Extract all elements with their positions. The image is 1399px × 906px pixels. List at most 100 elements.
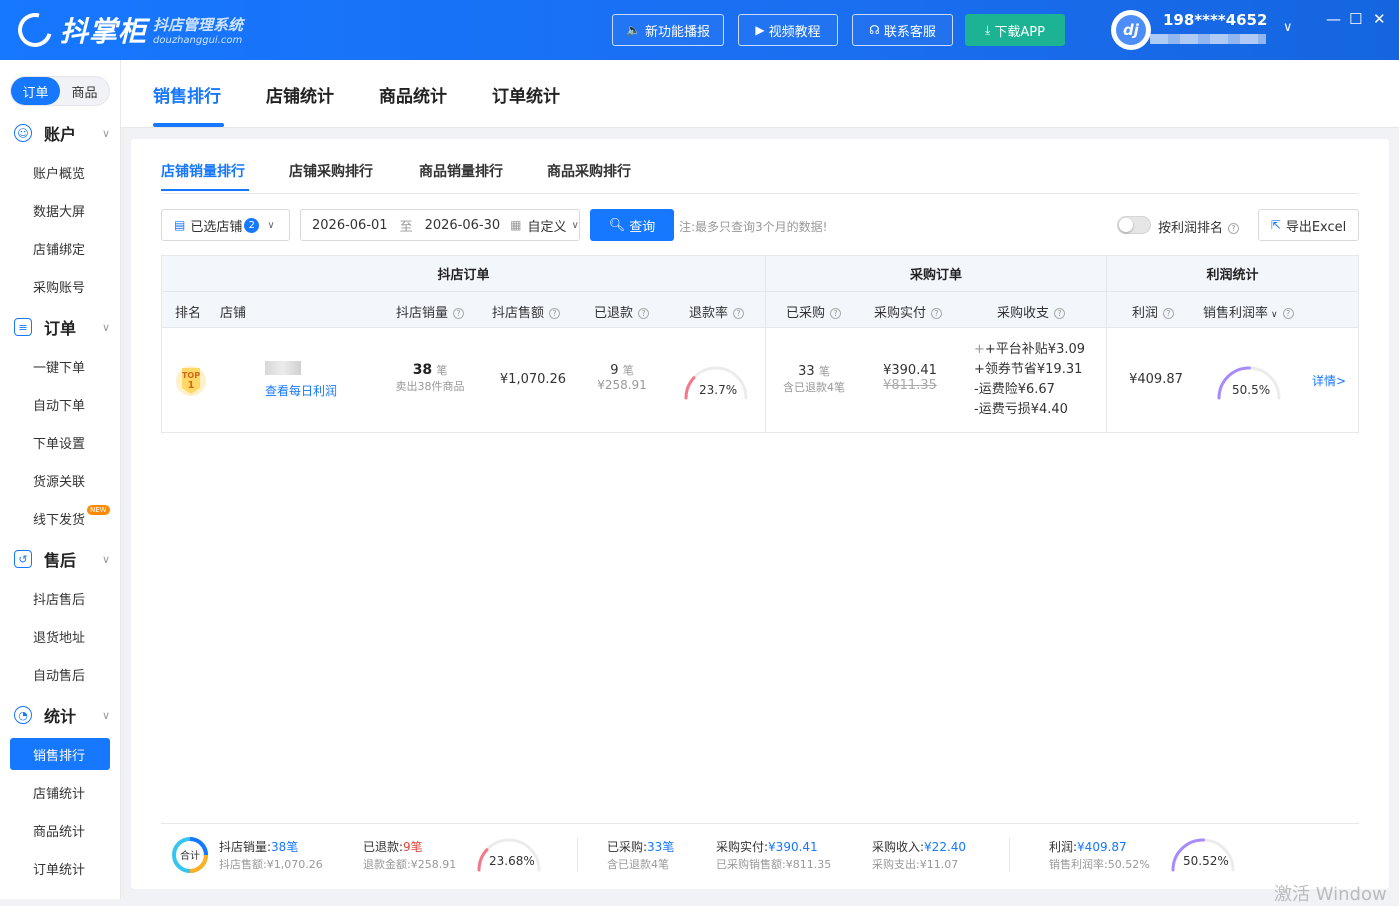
- logo: 抖掌柜 抖店管理系统 douzhanggui.com: [11, 6, 243, 54]
- subtab-store-sales-ranking[interactable]: 店铺销量排行: [161, 161, 245, 181]
- profit-rank-toggle[interactable]: [1117, 216, 1151, 234]
- sidebar-item-one-click-order[interactable]: 一键下单: [10, 350, 110, 382]
- segment-products[interactable]: 商品: [60, 77, 109, 105]
- contact-support-button[interactable]: ☊ 联系客服: [852, 14, 953, 46]
- mode-segment: 订单 商品: [10, 76, 110, 106]
- tab-store-stats[interactable]: 店铺统计: [266, 82, 334, 107]
- pie-chart-icon: ◔: [14, 706, 32, 724]
- user-phone: 198****4652: [1163, 11, 1268, 29]
- summary-refund: 已退款:9笔 退款金额:¥258.91: [363, 840, 457, 871]
- sidebar-group-stats[interactable]: ◔ 统计 ∨: [14, 703, 114, 727]
- brand-name: 抖掌柜: [60, 15, 148, 48]
- sidebar-item-order-stats[interactable]: 订单统计: [10, 852, 110, 884]
- new-features-button[interactable]: 🔈 新功能播报: [612, 14, 724, 46]
- subtab-store-purchase-ranking[interactable]: 店铺采购排行: [289, 161, 373, 181]
- sidebar-item-store-binding[interactable]: 店铺绑定: [10, 232, 110, 264]
- col-refund-rate[interactable]: 退款率?: [689, 302, 745, 321]
- range-mode[interactable]: 自定义: [527, 216, 566, 235]
- blurred-store-name: [265, 361, 301, 375]
- subtab-product-purchase-ranking[interactable]: 商品采购排行: [547, 161, 631, 181]
- tab-order-stats[interactable]: 订单统计: [492, 82, 560, 107]
- rank-number: 1: [188, 380, 195, 391]
- sidebar-group-orders[interactable]: ≡ 订单 ∨: [14, 315, 114, 339]
- col-refunded[interactable]: 已退款?: [594, 302, 650, 321]
- sort-chevron-icon: ∨: [1271, 310, 1278, 320]
- sidebar-item-offline-ship[interactable]: 线下发货 NEW: [10, 502, 110, 534]
- avatar[interactable]: dj: [1111, 10, 1151, 50]
- help-icon: ?: [638, 308, 650, 319]
- chevron-down-icon[interactable]: ∨: [1283, 20, 1293, 35]
- sidebar-group-account[interactable]: ☺ 账户 ∨: [14, 121, 114, 145]
- table-row: TOP 1 查看每日利润 38 笔 卖出38件商品 ¥1,070.26 9 笔 …: [162, 328, 1358, 432]
- tab-product-stats[interactable]: 商品统计: [379, 82, 447, 107]
- date-range-picker[interactable]: 2026-06-01 至 2026-06-30 ▦ 自定义 ∨: [300, 209, 580, 241]
- search-icon: 🔍︎: [608, 217, 626, 233]
- store-count-badge: 2: [244, 217, 260, 233]
- logo-mark-icon: [11, 6, 59, 54]
- minimize-icon[interactable]: —: [1326, 10, 1341, 28]
- column-header-row: 排名 店铺 抖店销量? 抖店售额? 已退款? 退款率? 已采购? 采购实付? 采…: [162, 292, 1358, 328]
- sidebar-item-source-link[interactable]: 货源关联: [10, 464, 110, 496]
- date-end[interactable]: 2026-06-30: [425, 218, 501, 233]
- active-tab-indicator: [153, 123, 224, 127]
- sidebar-item-order-settings[interactable]: 下单设置: [10, 426, 110, 458]
- date-start[interactable]: 2026-06-01: [312, 218, 388, 233]
- store-icon: ▤: [174, 218, 186, 232]
- chevron-down-icon: ∨: [101, 552, 110, 566]
- sidebar-group-after-sales[interactable]: ↺ 售后 ∨: [14, 547, 114, 571]
- sidebar-item-purchase-account[interactable]: 采购账号: [10, 270, 110, 302]
- store-select[interactable]: ▤ 已选店铺 2 ∨: [161, 209, 290, 241]
- profit-rank-label: 按利润排名?: [1158, 217, 1240, 236]
- subtab-product-sales-ranking[interactable]: 商品销量排行: [419, 161, 503, 181]
- refund-cell: 9 笔 ¥258.91: [597, 363, 647, 392]
- col-sales-qty[interactable]: 抖店销量?: [396, 302, 465, 321]
- col-purchased[interactable]: 已采购?: [786, 302, 842, 321]
- sidebar-item-auto-after-sales[interactable]: 自动售后: [10, 658, 110, 690]
- new-badge: NEW: [87, 505, 110, 515]
- summary-badge: 合计: [180, 849, 200, 862]
- sidebar-item-data-screen[interactable]: 数据大屏: [10, 194, 110, 226]
- profit-cell: ¥409.87: [1129, 372, 1183, 387]
- summary-profit-rate: 50.52%: [1183, 854, 1229, 868]
- col-profit-rate[interactable]: 销售利润率 ∨?: [1203, 302, 1294, 321]
- sales-qty-cell: 38 笔 卖出38件商品: [395, 362, 465, 393]
- video-tutorial-button[interactable]: ▶ 视频教程: [738, 14, 838, 46]
- group-header-purchase-orders: 采购订单: [766, 256, 1106, 292]
- maximize-icon[interactable]: ☐: [1349, 10, 1362, 28]
- purchase-balance-cell: ++平台补贴¥3.09 +领券节省¥19.31 -运费险¥6.67 -运费亏损¥…: [974, 342, 1086, 417]
- active-subtab-indicator: [161, 189, 249, 191]
- sidebar-item-account-overview[interactable]: 账户概览: [10, 156, 110, 188]
- export-excel-button[interactable]: ⇱ 导出Excel: [1258, 209, 1359, 241]
- sidebar-item-store-stats[interactable]: 店铺统计: [10, 776, 110, 808]
- sidebar-item-sales-ranking[interactable]: 销售排行: [10, 738, 110, 770]
- sidebar-item-store-after-sales[interactable]: 抖店售后: [10, 582, 110, 614]
- col-rank: 排名: [175, 306, 202, 321]
- chevron-down-icon: ∨: [101, 320, 110, 334]
- top1-medal-icon: TOP 1: [176, 366, 206, 396]
- daily-profit-link[interactable]: 查看每日利润: [265, 382, 337, 399]
- headset-icon: ☊: [869, 23, 880, 37]
- sidebar-item-return-address[interactable]: 退货地址: [10, 620, 110, 652]
- query-note: 注:最多只查询3个月的数据!: [679, 220, 828, 234]
- download-icon: ⤓: [985, 22, 991, 37]
- tab-sales-ranking[interactable]: 销售排行: [153, 82, 221, 107]
- refund-rate-value: 23.7%: [699, 383, 738, 397]
- col-sales-amount[interactable]: 抖店售额?: [492, 302, 561, 321]
- brand-domain: douzhanggui.com: [153, 35, 243, 46]
- speaker-icon: 🔈: [626, 23, 641, 37]
- chevron-down-icon: ∨: [101, 126, 110, 140]
- download-app-button[interactable]: ⤓ 下载APP: [965, 14, 1065, 46]
- col-purchase-paid[interactable]: 采购实付?: [874, 302, 943, 321]
- col-profit[interactable]: 利润?: [1132, 302, 1175, 321]
- sidebar-item-product-stats[interactable]: 商品统计: [10, 814, 110, 846]
- sidebar-item-auto-order[interactable]: 自动下单: [10, 388, 110, 420]
- main-card: 店铺销量排行 店铺采购排行 商品销量排行 商品采购排行 ▤ 已选店铺 2 ∨ 2…: [131, 139, 1389, 889]
- avatar-logo-icon: dj: [1116, 15, 1146, 45]
- help-icon: ?: [1228, 223, 1240, 234]
- detail-link[interactable]: 详情>: [1312, 372, 1346, 389]
- query-button[interactable]: 🔍︎ 查询: [590, 209, 674, 241]
- close-icon[interactable]: ✕: [1373, 10, 1386, 28]
- col-purchase-balance[interactable]: 采购收支?: [997, 302, 1066, 321]
- segment-orders[interactable]: 订单: [11, 77, 60, 105]
- windows-activation-watermark: 激活 Window: [1274, 884, 1387, 905]
